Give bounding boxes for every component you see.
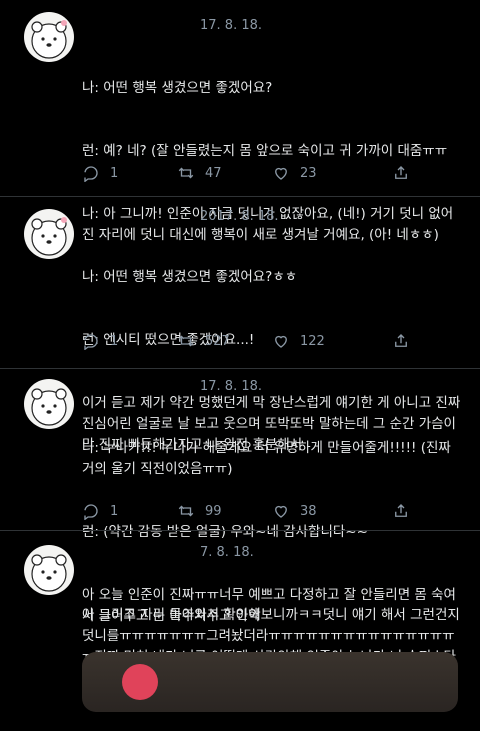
share-button[interactable]	[392, 164, 410, 182]
reply-icon	[84, 334, 98, 350]
reply-button[interactable]: 1	[82, 164, 118, 182]
heart-icon	[275, 335, 287, 348]
reply-count: 1	[110, 165, 119, 181]
share-icon	[395, 166, 407, 179]
tweet[interactable]: 17. 8. 18. 나: 누나가!!! 누나가 해줄게요 더 유명하게 만들어…	[0, 369, 480, 624]
reply-count: 1	[110, 333, 119, 349]
retweet-icon	[178, 167, 194, 179]
retweet-icon	[178, 505, 194, 517]
retweet-count: 47	[205, 165, 222, 181]
tweet[interactable]: 17. 8. 18. 나: 어떤 행복 생겼으면 좋겠어요? 런: 예? 네? …	[0, 0, 480, 243]
retweet-button[interactable]: 99	[177, 502, 222, 520]
reply-icon	[84, 504, 98, 520]
tweet[interactable]: 2017. 8. 18. 나: 어떤 행복 생겼으면 좋겠어요?ㅎㅎ 런: 엔시…	[0, 197, 480, 453]
like-button[interactable]: 38	[272, 502, 317, 520]
tweet-date: 2017. 8. 18.	[200, 209, 279, 224]
retweet-icon	[178, 335, 194, 347]
retweet-count: 527	[205, 333, 230, 349]
share-icon	[395, 504, 407, 517]
tweet-line: 런: 예? 네? (잘 안들렸는지 몸 앞으로 숙이고 귀 가까이 대줌ㅠㅠ	[82, 143, 448, 159]
heart-icon	[275, 167, 287, 180]
retweet-button[interactable]: 527	[177, 332, 230, 350]
like-button[interactable]: 122	[272, 332, 325, 350]
share-icon	[395, 334, 407, 347]
reply-count: 1	[110, 503, 119, 519]
image-object	[122, 664, 158, 700]
retweet-button[interactable]: 47	[177, 164, 222, 182]
tweet-date: 17. 8. 18.	[200, 379, 263, 394]
reply-button[interactable]: 1	[82, 502, 118, 520]
share-button[interactable]	[392, 332, 410, 350]
like-button[interactable]: 23	[272, 164, 317, 182]
polar-bear-avatar-icon	[31, 217, 67, 256]
tweet-actions: 1 47 23	[82, 164, 462, 186]
polar-bear-avatar-icon	[31, 20, 67, 59]
tweet-date: 7. 8. 18.	[200, 545, 254, 560]
share-button[interactable]	[392, 502, 410, 520]
avatar[interactable]	[24, 209, 74, 259]
like-count: 38	[300, 503, 317, 519]
like-count: 122	[300, 333, 325, 349]
polar-bear-avatar-icon	[31, 554, 67, 592]
reply-icon	[84, 166, 98, 182]
like-count: 23	[300, 165, 317, 181]
retweet-count: 99	[205, 503, 222, 519]
reply-button[interactable]: 1	[82, 332, 118, 350]
tweet-line: 나: 누나가!!! 누나가 해줄게요 더 유명하게 만들어줄게!!!!! (진짜…	[82, 440, 456, 477]
avatar[interactable]	[24, 12, 74, 62]
tweet-actions: 1 99 38	[82, 502, 462, 524]
avatar[interactable]	[24, 545, 74, 595]
tweet-line: 나: 어떤 행복 생겼으면 좋겠어요?	[82, 80, 273, 96]
tweet-date: 17. 8. 18.	[200, 18, 263, 33]
tweet-image[interactable]	[82, 652, 458, 712]
tweet-line: 나: 어떤 행복 생겼으면 좋겠어요?ㅎㅎ	[82, 269, 298, 285]
heart-icon	[275, 505, 287, 518]
polar-bear-avatar-icon	[31, 388, 67, 426]
tweet-actions: 1 527 122	[82, 332, 462, 354]
avatar[interactable]	[24, 379, 74, 429]
